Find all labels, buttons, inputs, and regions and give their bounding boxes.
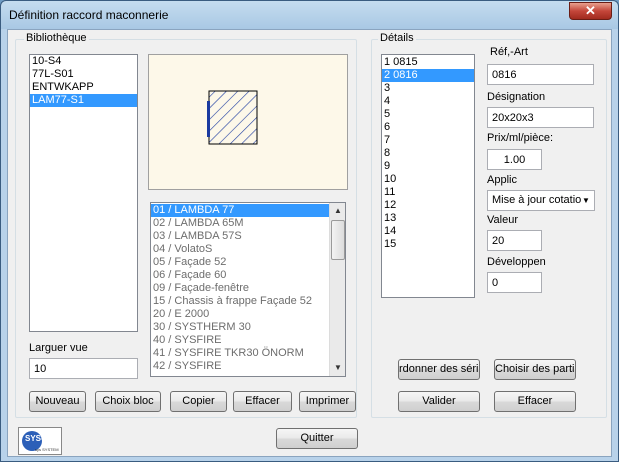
system-list-item[interactable]: 01 / LAMBDA 77 — [151, 204, 345, 217]
details-list-item[interactable]: 10 — [382, 173, 474, 186]
close-icon: ✕ — [585, 3, 596, 18]
details-list-item[interactable]: 8 — [382, 147, 474, 160]
prix-input[interactable] — [487, 149, 542, 170]
syscad-logo-image: SYSCAD sys SYSTEM — [22, 431, 59, 452]
developpen-label: Développen — [487, 256, 546, 268]
svg-text:sys SYSTEM: sys SYSTEM — [35, 447, 59, 452]
system-list-item[interactable]: 41 / SYSFIRE TKR30 ÖNORM — [151, 347, 345, 360]
system-list-item[interactable]: 20 / E 2000 — [151, 308, 345, 321]
largeur-label: Larguer vue — [29, 342, 88, 354]
choisir-parties-button[interactable]: Choisir des partie — [494, 359, 576, 380]
bibliotheque-list-item[interactable]: 77L-S01 — [30, 68, 137, 81]
largeur-input[interactable] — [29, 358, 138, 379]
details-list-item[interactable]: 15 — [382, 238, 474, 251]
scroll-down-icon[interactable]: ▼ — [330, 360, 345, 376]
block-preview — [148, 54, 348, 190]
prix-label: Prix/ml/pièce: — [487, 132, 554, 144]
system-list-scrollbar[interactable]: ▲ ▼ — [329, 203, 345, 376]
quitter-button[interactable]: Quitter — [276, 428, 358, 449]
system-list-item[interactable]: 15 / Chassis à frappe Façade 52 — [151, 295, 345, 308]
close-button[interactable]: ✕ — [569, 2, 612, 20]
effacer-bloc-button[interactable]: Effacer — [233, 391, 292, 412]
valeur-input[interactable] — [487, 230, 542, 251]
dialog-client-area: Bibliothèque 10-S4 77L-S01 ENTWKAPP LAM77-S… — [7, 29, 612, 457]
effacer-detail-button[interactable]: Effacer — [494, 391, 576, 412]
bibliotheque-list-item[interactable]: LAM77-S1 — [30, 94, 137, 107]
details-list[interactable]: 1 0815 2 0816 3 4 5 6 7 8 9 10 11 12 13 14 15 — [381, 54, 475, 298]
details-list-item[interactable]: 12 — [382, 199, 474, 212]
ordonner-series-button[interactable]: rdonner des série — [398, 359, 480, 380]
title-bar[interactable]: Définition raccord maconnerie ✕ — [1, 1, 618, 29]
bibliotheque-label: Bibliothèque — [24, 32, 89, 44]
system-list[interactable]: 01 / LAMBDA 77 02 / LAMBDA 65M 03 / LAMBDA… — [150, 202, 346, 377]
system-list-item[interactable]: 06 / Façade 60 — [151, 269, 345, 282]
svg-text:SYSCAD: SYSCAD — [25, 434, 59, 443]
details-list-item[interactable]: 6 — [382, 121, 474, 134]
nouveau-button[interactable]: Nouveau — [29, 391, 86, 412]
preview-drawing — [207, 90, 258, 145]
applic-select[interactable]: Mise à jour cotatio ▼ — [487, 190, 595, 211]
copier-button[interactable]: Copier — [170, 391, 227, 412]
ref-input[interactable] — [487, 64, 594, 85]
valeur-label: Valeur — [487, 214, 518, 226]
bibliotheque-list-item[interactable]: 10-S4 — [30, 55, 137, 68]
designation-input[interactable] — [487, 107, 594, 128]
scroll-thumb[interactable] — [331, 220, 345, 260]
bibliotheque-list-item[interactable]: ENTWKAPP — [30, 81, 137, 94]
details-list-item[interactable]: 2 0816 — [382, 69, 474, 82]
system-list-item[interactable]: 02 / LAMBDA 65M — [151, 217, 345, 230]
dialog-window: Définition raccord maconnerie ✕ Biblioth… — [0, 0, 619, 462]
imprimer-button[interactable]: Imprimer — [299, 391, 356, 412]
applic-value: Mise à jour cotatio — [492, 194, 582, 206]
designation-label: Désignation — [487, 91, 546, 103]
system-list-item[interactable]: 03 / LAMBDA 57S — [151, 230, 345, 243]
details-list-item[interactable]: 4 — [382, 95, 474, 108]
details-list-item[interactable]: 11 — [382, 186, 474, 199]
details-list-item[interactable]: 7 — [382, 134, 474, 147]
details-list-item[interactable]: 13 — [382, 212, 474, 225]
chevron-down-icon[interactable]: ▼ — [578, 191, 594, 210]
bibliotheque-list[interactable]: 10-S4 77L-S01 ENTWKAPP LAM77-S1 — [29, 54, 138, 332]
profile-section — [208, 90, 258, 145]
details-list-item[interactable]: 9 — [382, 160, 474, 173]
details-group: Détails 1 0815 2 0816 3 4 5 6 7 8 9 10 11 12 13 14 15 … — [371, 32, 607, 418]
ref-label: Réf,-Art — [490, 46, 528, 58]
details-list-item[interactable]: 14 — [382, 225, 474, 238]
system-list-item[interactable]: 05 / Façade 52 — [151, 256, 345, 269]
details-list-item[interactable]: 3 — [382, 82, 474, 95]
developpen-input[interactable] — [487, 272, 542, 293]
details-list-item[interactable]: 5 — [382, 108, 474, 121]
choix-bloc-button[interactable]: Choix bloc — [95, 391, 161, 412]
details-list-item[interactable]: 1 0815 — [382, 56, 474, 69]
valider-button[interactable]: Valider — [398, 391, 480, 412]
syscad-logo: SYSCAD sys SYSTEM — [18, 427, 62, 455]
scroll-up-icon[interactable]: ▲ — [330, 203, 345, 219]
bibliotheque-group: Bibliothèque 10-S4 77L-S01 ENTWKAPP LAM77-S… — [15, 32, 357, 418]
system-list-item[interactable]: 30 / SYSTHERM 30 — [151, 321, 345, 334]
system-list-item[interactable]: 40 / SYSFIRE — [151, 334, 345, 347]
profile-edge — [207, 101, 210, 137]
window-title: Définition raccord maconnerie — [9, 8, 169, 22]
system-list-item[interactable]: 09 / Façade-fenêtre — [151, 282, 345, 295]
system-list-item[interactable]: 42 / SYSFIRE — [151, 360, 345, 373]
system-list-item[interactable]: 04 / VolatoS — [151, 243, 345, 256]
details-label: Détails — [378, 32, 416, 44]
applic-label: Applic — [487, 174, 517, 186]
